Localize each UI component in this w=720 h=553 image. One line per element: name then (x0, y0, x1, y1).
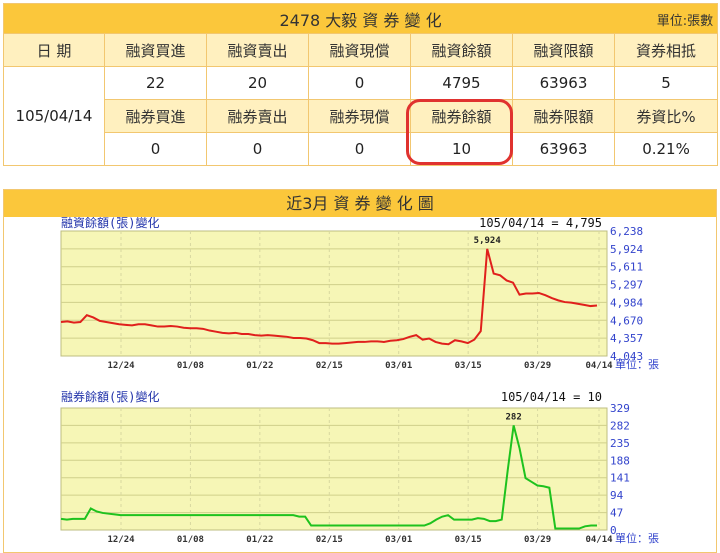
table-title: 2478 大毅 資 券 變 化 (279, 10, 442, 30)
col-header: 融券賣出 (206, 99, 309, 133)
y-tick-label: 4,984 (610, 296, 643, 309)
col-header: 融資餘額 (410, 33, 513, 67)
chart-title: 融券餘額(張)變化 (61, 389, 159, 404)
col-header: 券資比% (613, 99, 719, 133)
table-cell: 63963 (512, 66, 615, 100)
x-tick-label: 04/14 (585, 361, 613, 371)
x-tick-label: 04/14 (585, 535, 613, 545)
x-tick-label: 03/01 (385, 535, 412, 545)
table-cell: 4795 (410, 66, 513, 100)
x-tick-label: 01/22 (246, 361, 273, 371)
table-cell: 22 (104, 66, 207, 100)
charts-svg: 6,2385,9245,6115,2974,9844,6704,3574,043… (60, 215, 659, 545)
col-header: 融券限額 (512, 99, 615, 133)
chart-annotation: 105/04/14 = 4,795 (479, 217, 602, 230)
col-header: 融資買進 (104, 33, 207, 67)
y-tick-label: 4,670 (610, 314, 643, 327)
y-tick-label: 94 (610, 489, 624, 502)
table-cell: 20 (206, 66, 309, 100)
y-tick-label: 235 (610, 437, 630, 450)
table-cell: 0 (308, 66, 411, 100)
chart-section-title: 近3月 資 券 變 化 圖 (4, 190, 716, 217)
x-tick-label: 03/29 (524, 361, 551, 371)
y-tick-label: 6,238 (610, 225, 643, 238)
x-tick-label: 01/22 (246, 535, 273, 545)
y-tick-label: 5,924 (610, 243, 643, 256)
col-header: 融資賣出 (206, 33, 309, 67)
highlight-circle (406, 99, 513, 165)
y-tick-label: 282 (610, 419, 630, 432)
x-tick-label: 12/24 (107, 535, 135, 545)
y-tick-label: 5,611 (610, 261, 643, 274)
x-tick-label: 02/15 (316, 535, 343, 545)
chart-section: 近3月 資 券 變 化 圖 6,238 5,924 5,611 5,297 4,984 4… (3, 189, 717, 553)
x-tick-label: 03/15 (455, 361, 482, 371)
date-cell: 105/04/14 (3, 66, 105, 166)
x-tick-label: 12/24 (107, 361, 135, 371)
chart-annotation: 105/04/14 = 10 (501, 390, 602, 404)
y-tick-label: 329 (610, 402, 630, 415)
peak-label: 5,924 (474, 236, 502, 246)
y-tick-label: 188 (610, 454, 630, 467)
table-cell: 0.21% (613, 132, 719, 166)
y-tick-label: 141 (610, 472, 630, 485)
col-header: 融券買進 (104, 99, 207, 133)
table-cell: 0 (308, 132, 411, 166)
col-header: 融資限額 (512, 33, 615, 67)
x-tick-label: 01/08 (177, 535, 204, 545)
unit-label: 單位：張 (615, 357, 659, 371)
y-tick-label: 4,357 (610, 332, 643, 345)
table-cell: 0 (104, 132, 207, 166)
y-tick-label: 5,297 (610, 279, 643, 292)
date-header: 日 期 (3, 33, 105, 67)
x-tick-label: 03/15 (455, 535, 482, 545)
unit-label: 單位：張 (615, 531, 659, 545)
table-cell: 63963 (512, 132, 615, 166)
plot-area (60, 407, 608, 531)
col-header: 資券相抵 (613, 33, 719, 67)
col-header: 融資現償 (308, 33, 411, 67)
margin-trading-table: 2478 大毅 資 券 變 化 單位:張數 日 期 融資買進 融資賣出 融資現償… (2, 3, 719, 166)
chart-title: 融資餘額(張)變化 (61, 217, 159, 230)
x-tick-label: 03/29 (524, 535, 551, 545)
x-tick-label: 03/01 (385, 361, 412, 371)
x-tick-label: 01/08 (177, 361, 204, 371)
col-header: 融券現償 (308, 99, 411, 133)
peak-label: 282 (505, 412, 521, 422)
table-title-bar: 2478 大毅 資 券 變 化 單位:張數 (2, 3, 719, 34)
y-tick-label: 47 (610, 507, 623, 520)
table-cell: 5 (613, 66, 719, 100)
table-cell: 0 (206, 132, 309, 166)
unit-label: 單位:張數 (656, 14, 714, 29)
x-tick-label: 02/15 (316, 361, 343, 371)
